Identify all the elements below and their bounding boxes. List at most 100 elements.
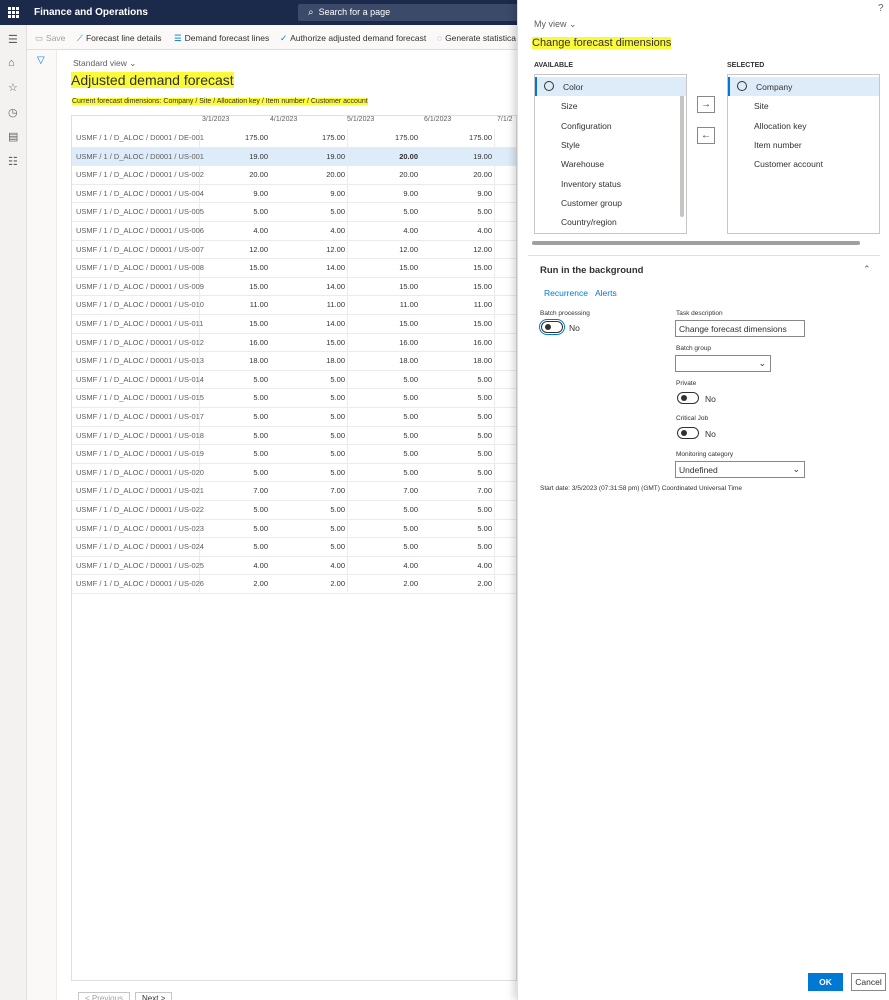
- list-item[interactable]: Color: [535, 77, 686, 96]
- authorize-button[interactable]: ✓ Authorize adjusted demand forecast: [280, 33, 426, 44]
- workspaces-icon[interactable]: ▤: [8, 130, 18, 143]
- forecast-value-cell[interactable]: 15.00: [249, 319, 268, 328]
- app-title[interactable]: Finance and Operations: [34, 7, 148, 18]
- forecast-value-cell[interactable]: 5.00: [403, 375, 418, 384]
- forecast-value-cell[interactable]: 15.00: [399, 263, 418, 272]
- forecast-value-cell[interactable]: 11.00: [250, 300, 268, 309]
- forecast-value-cell[interactable]: 5.00: [253, 375, 268, 384]
- forecast-value-cell[interactable]: 5.00: [330, 431, 345, 440]
- table-row[interactable]: USMF / 1 / D_ALOC / D0001 / US-014 5.00 5.…: [72, 371, 516, 390]
- forecast-value-cell[interactable]: 5.00: [403, 505, 418, 514]
- forecast-value-cell[interactable]: 5.00: [477, 449, 492, 458]
- table-row[interactable]: USMF / 1 / D_ALOC / D0001 / US-018 5.00 5.…: [72, 427, 516, 446]
- forecast-value-cell[interactable]: 7.00: [403, 486, 418, 495]
- forecast-value-cell[interactable]: 5.00: [403, 393, 418, 402]
- forecast-value-cell[interactable]: 14.00: [326, 282, 345, 291]
- list-item[interactable]: Company: [728, 77, 879, 96]
- forecast-value-cell[interactable]: 9.00: [403, 189, 418, 198]
- critical-job-toggle[interactable]: [677, 427, 699, 439]
- forecast-value-cell[interactable]: 4.00: [330, 226, 345, 235]
- forecast-value-cell[interactable]: 5.00: [253, 207, 268, 216]
- forecast-value-cell[interactable]: 19.00: [473, 152, 492, 161]
- forecast-value-cell[interactable]: 16.00: [399, 338, 418, 347]
- favorites-star-icon[interactable]: ☆: [8, 81, 18, 94]
- forecast-value-cell[interactable]: 5.00: [477, 207, 492, 216]
- forecast-value-cell[interactable]: 18.00: [399, 356, 418, 365]
- forecast-value-cell[interactable]: 15.00: [473, 319, 492, 328]
- forecast-value-cell[interactable]: 5.00: [253, 468, 268, 477]
- forecast-value-cell[interactable]: 4.00: [477, 226, 492, 235]
- forecast-value-cell[interactable]: 5.00: [403, 468, 418, 477]
- list-item[interactable]: Country/region: [535, 212, 686, 231]
- forecast-value-cell[interactable]: 12.00: [249, 245, 268, 254]
- list-item[interactable]: Site: [728, 96, 879, 115]
- table-row[interactable]: USMF / 1 / D_ALOC / D0001 / US-012 16.00 1…: [72, 334, 516, 353]
- forecast-value-cell[interactable]: 12.00: [473, 245, 492, 254]
- forecast-value-cell[interactable]: 2.00: [253, 579, 268, 588]
- forecast-value-cell[interactable]: 175.00: [245, 133, 268, 142]
- date-column-header[interactable]: 3/1/2023: [202, 116, 229, 123]
- app-launcher-icon[interactable]: [8, 7, 19, 18]
- table-row[interactable]: USMF / 1 / D_ALOC / D0001 / US-021 7.00 7.…: [72, 482, 516, 501]
- demand-forecast-lines-button[interactable]: ☰ Demand forecast lines: [174, 33, 269, 44]
- horizontal-scrollbar[interactable]: [532, 241, 860, 245]
- generate-statistical-button[interactable]: ◌ Generate statistica: [437, 33, 516, 43]
- forecast-value-cell[interactable]: 4.00: [477, 561, 492, 570]
- forecast-value-cell[interactable]: 5.00: [330, 505, 345, 514]
- forecast-value-cell[interactable]: 2.00: [403, 579, 418, 588]
- help-icon[interactable]: ?: [878, 3, 884, 14]
- forecast-value-cell[interactable]: 5.00: [403, 449, 418, 458]
- forecast-value-cell[interactable]: 20.00: [473, 170, 492, 179]
- forecast-value-cell[interactable]: 20.00: [326, 170, 345, 179]
- forecast-value-cell[interactable]: 175.00: [322, 133, 345, 142]
- table-row[interactable]: USMF / 1 / D_ALOC / D0001 / US-005 5.00 5.…: [72, 203, 516, 222]
- chevron-up-icon[interactable]: ⌃: [863, 264, 871, 275]
- private-toggle[interactable]: [677, 392, 699, 404]
- forecast-value-cell[interactable]: 15.00: [473, 263, 492, 272]
- forecast-value-cell[interactable]: 175.00: [469, 133, 492, 142]
- list-item[interactable]: Item number: [728, 135, 879, 154]
- forecast-value-cell[interactable]: 14.00: [326, 263, 345, 272]
- list-item[interactable]: Warehouse: [535, 154, 686, 173]
- forecast-value-cell[interactable]: 5.00: [330, 393, 345, 402]
- table-row[interactable]: USMF / 1 / D_ALOC / D0001 / US-023 5.00 5.…: [72, 520, 516, 539]
- list-item[interactable]: Allocation key: [728, 116, 879, 135]
- selected-list[interactable]: Company Site Allocation key Item number Cust…: [727, 74, 880, 234]
- forecast-value-cell[interactable]: 4.00: [253, 226, 268, 235]
- table-row[interactable]: USMF / 1 / D_ALOC / D0001 / US-025 4.00 4.…: [72, 557, 516, 576]
- forecast-value-cell[interactable]: 7.00: [477, 486, 492, 495]
- forecast-value-cell[interactable]: 15.00: [473, 282, 492, 291]
- forecast-value-cell[interactable]: 5.00: [403, 431, 418, 440]
- forecast-value-cell[interactable]: 5.00: [253, 542, 268, 551]
- forecast-value-cell[interactable]: 4.00: [403, 226, 418, 235]
- forecast-value-cell[interactable]: 5.00: [253, 431, 268, 440]
- forecast-value-cell[interactable]: 5.00: [330, 468, 345, 477]
- forecast-value-cell[interactable]: 5.00: [330, 524, 345, 533]
- forecast-value-cell[interactable]: 5.00: [403, 542, 418, 551]
- recent-clock-icon[interactable]: ◷: [8, 106, 18, 119]
- forecast-value-cell[interactable]: 9.00: [330, 189, 345, 198]
- search-box[interactable]: ⌕ Search for a page: [298, 4, 518, 21]
- table-row[interactable]: USMF / 1 / D_ALOC / D0001 / US-019 5.00 5.…: [72, 445, 516, 464]
- hamburger-menu-icon[interactable]: ☰: [8, 33, 18, 46]
- table-row[interactable]: USMF / 1 / D_ALOC / D0001 / US-015 5.00 5.…: [72, 389, 516, 408]
- forecast-value-cell[interactable]: 5.00: [330, 542, 345, 551]
- forecast-value-cell[interactable]: 11.00: [474, 300, 492, 309]
- batch-processing-toggle[interactable]: [539, 319, 565, 335]
- forecast-value-cell[interactable]: 19.00: [326, 152, 345, 161]
- forecast-line-details-button[interactable]: ⟋ Forecast line details: [77, 33, 162, 44]
- filter-icon[interactable]: ▽: [37, 55, 45, 66]
- remove-dimension-button[interactable]: ←: [697, 127, 715, 144]
- forecast-value-cell[interactable]: 20.00: [399, 170, 418, 179]
- recurrence-link[interactable]: Recurrence: [544, 288, 588, 298]
- forecast-value-cell[interactable]: 5.00: [477, 375, 492, 384]
- forecast-value-cell[interactable]: 5.00: [403, 412, 418, 421]
- forecast-value-cell[interactable]: 2.00: [477, 579, 492, 588]
- forecast-value-cell[interactable]: 7.00: [330, 486, 345, 495]
- forecast-value-cell[interactable]: 5.00: [253, 524, 268, 533]
- forecast-value-cell[interactable]: 2.00: [330, 579, 345, 588]
- batch-group-dropdown[interactable]: ⌄: [675, 355, 771, 372]
- previous-button[interactable]: < Previous: [78, 992, 131, 1000]
- view-selector[interactable]: Standard view ⌄: [73, 58, 136, 69]
- date-column-header[interactable]: 4/1/2023: [270, 116, 297, 123]
